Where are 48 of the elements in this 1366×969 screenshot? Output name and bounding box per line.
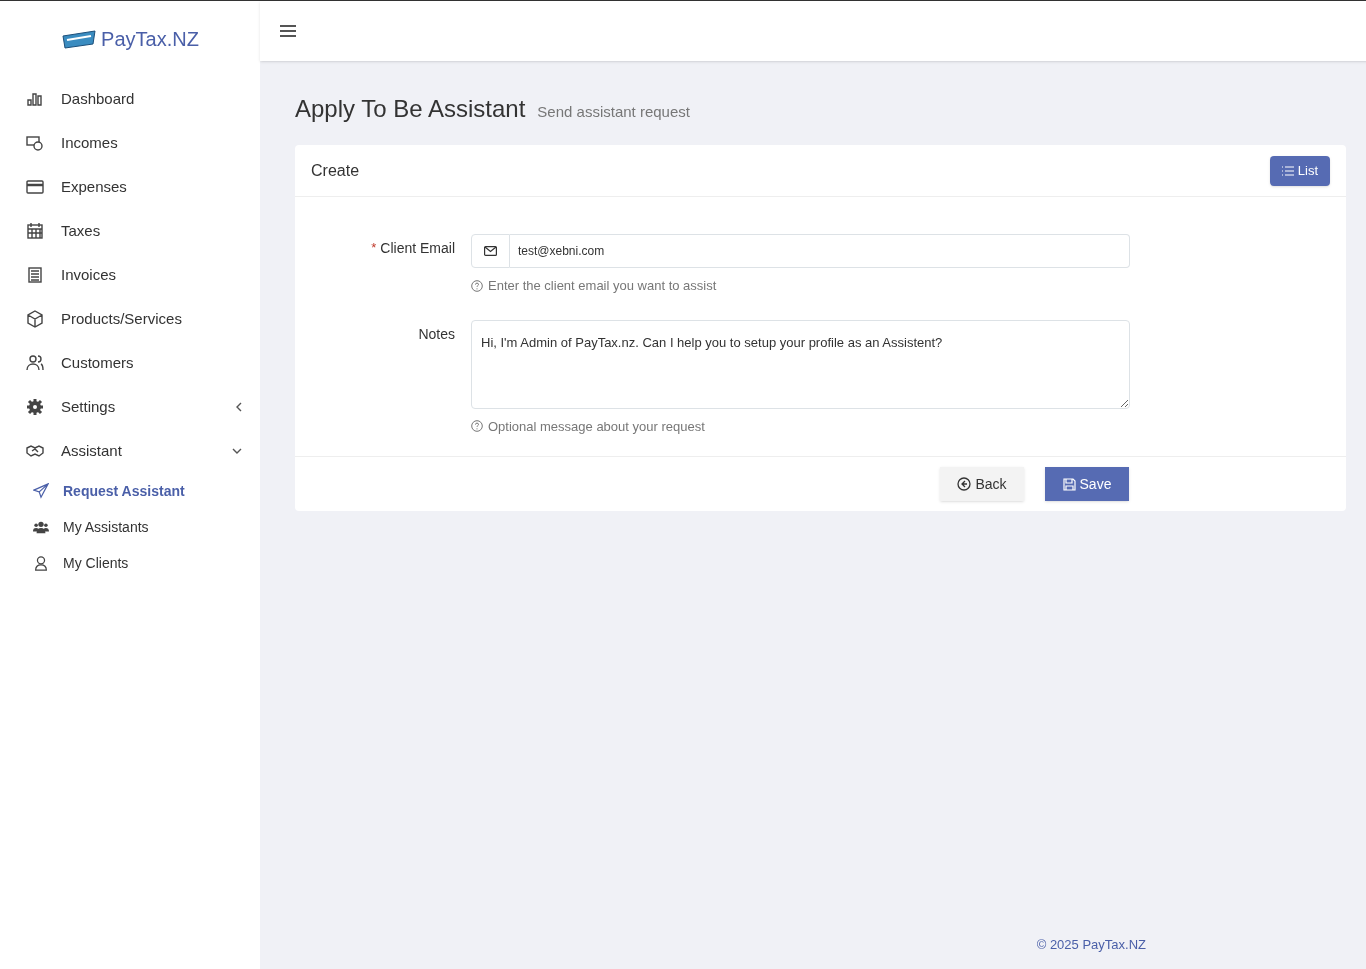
nav-item[interactable]: Settings <box>0 385 260 429</box>
logo-icon <box>61 28 98 50</box>
document-icon <box>26 266 44 284</box>
field-label: Client Email <box>380 239 455 258</box>
email-field[interactable]: test@xebni.com <box>510 234 1130 268</box>
save-button[interactable]: Save <box>1045 467 1129 501</box>
users-icon <box>26 354 44 372</box>
calendar-icon <box>26 222 44 240</box>
back-circle-icon <box>957 477 972 491</box>
nav-item[interactable]: Expenses <box>0 165 260 209</box>
nav-item[interactable]: Assistant <box>0 429 260 473</box>
help-icon <box>471 279 483 292</box>
submenu-item[interactable]: My Clients <box>0 545 260 581</box>
nav-item[interactable]: Incomes <box>0 121 260 165</box>
back-button[interactable]: Back <box>940 467 1024 501</box>
page-title: Apply To Be Assistant <box>295 94 526 124</box>
brand-name[interactable]: PayTax.NZ <box>101 24 199 54</box>
user-icon <box>33 555 49 571</box>
list-icon <box>1281 165 1294 176</box>
menu-icon[interactable] <box>280 24 296 38</box>
credit-card-icon <box>26 178 44 196</box>
help-text: Enter the client email you want to assist <box>488 277 717 295</box>
page-subtitle: Send assistant request <box>537 102 690 122</box>
handshake-icon <box>26 442 44 460</box>
settings-icon <box>26 398 44 416</box>
money-icon <box>26 134 44 152</box>
submenu-item[interactable]: Request Assistant <box>0 473 260 509</box>
group-icon <box>33 519 49 535</box>
help-text: Optional message about your request <box>488 417 705 436</box>
chevron-down-icon <box>232 448 242 454</box>
field-label: Notes <box>418 324 455 344</box>
submenu-item[interactable]: My Assistants <box>0 509 260 545</box>
notes-field[interactable]: Hi, I'm Admin of PayTax.nz. Can I help you to setup your profile as an Assistent? <box>471 319 1130 409</box>
chevron-left-icon <box>236 402 242 412</box>
nav-item[interactable]: Dashboard <box>0 77 260 121</box>
nav-item[interactable]: Taxes <box>0 209 260 253</box>
footer-text: © 2025 PayTax.NZ <box>1036 936 1146 954</box>
nav-item[interactable]: Products/Services <box>0 297 260 341</box>
bar-chart-icon <box>26 90 44 108</box>
envelope-icon <box>484 246 497 256</box>
help-icon <box>471 420 483 433</box>
paper-plane-icon <box>33 483 49 499</box>
nav-item[interactable]: Invoices <box>0 253 260 297</box>
list-button[interactable]: List <box>1269 155 1330 186</box>
required-asterisk: * <box>371 239 377 257</box>
nav-item[interactable]: Customers <box>0 341 260 385</box>
box-icon <box>26 310 44 328</box>
card-title: Create <box>311 160 360 181</box>
